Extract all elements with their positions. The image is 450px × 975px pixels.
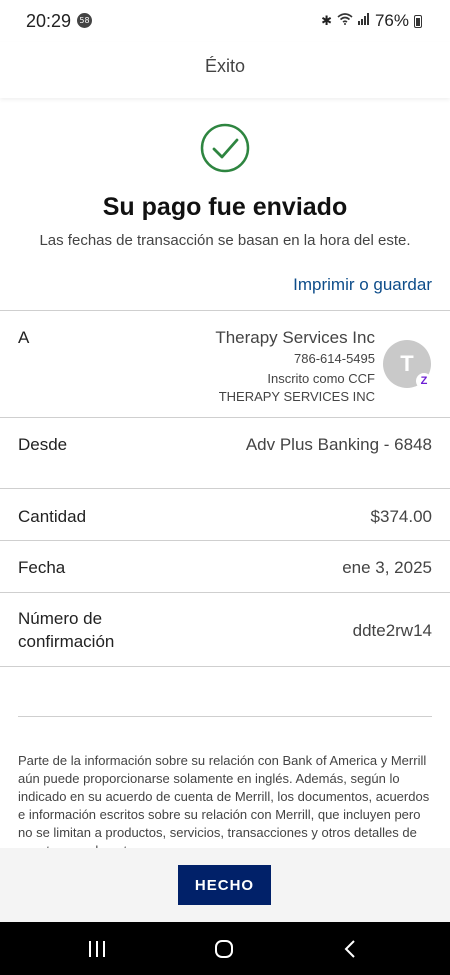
recent-apps-icon — [89, 940, 105, 957]
payee-phone: 786-614-5495 — [294, 351, 375, 366]
divider — [0, 592, 450, 593]
divider — [0, 540, 450, 541]
divider — [0, 417, 450, 418]
date-label: Fecha — [18, 558, 66, 577]
status-bar: 20:29 58 ✱ 76% — [0, 0, 450, 42]
divider — [0, 310, 450, 311]
payee-enrolled-status: Inscrito como CCF — [267, 371, 375, 386]
back-icon — [344, 939, 355, 958]
disclaimer-text: Parte de la información sobre su relació… — [18, 753, 430, 848]
app-header: Éxito — [0, 42, 450, 98]
payee-name: Therapy Services Inc — [215, 328, 375, 347]
disclaimer-divider — [18, 716, 432, 717]
divider — [0, 488, 450, 489]
amount-label: Cantidad — [18, 507, 87, 526]
success-check-icon — [200, 123, 250, 173]
date-value: ene 3, 2025 — [342, 558, 432, 577]
confirmation-label-line2: confirmación — [18, 632, 115, 651]
system-nav-bar — [0, 922, 450, 975]
confirmation-label-line1: Número de — [18, 609, 103, 628]
from-label: Desde — [18, 435, 68, 454]
page-title: Éxito — [204, 56, 246, 76]
from-account: Adv Plus Banking - 6848 — [245, 435, 432, 454]
back-button[interactable] — [320, 922, 380, 975]
amount-value: $374.00 — [370, 507, 432, 526]
bluetooth-icon: ✱ — [321, 13, 332, 29]
status-time: 20:29 — [26, 11, 72, 31]
timezone-note: Las fechas de transacción se basan en la… — [39, 232, 411, 249]
battery-icon — [414, 14, 422, 28]
home-icon — [215, 939, 233, 958]
signal-icon — [357, 13, 370, 29]
confirmation-number: ddte2rw14 — [352, 621, 432, 640]
status-icons: ✱ 76% — [321, 11, 422, 31]
print-or-save-link[interactable]: Imprimir o guardar — [293, 275, 432, 295]
home-button[interactable] — [194, 922, 254, 975]
success-headline: Su pago fue enviado — [102, 193, 348, 221]
battery-percent: 76% — [374, 11, 409, 30]
payee-legal-name: THERAPY SERVICES INC — [218, 389, 375, 404]
zelle-icon: Z — [416, 373, 432, 389]
divider — [0, 666, 450, 667]
footer: HECHO — [0, 848, 450, 922]
done-button[interactable]: HECHO — [178, 865, 271, 905]
wifi-icon — [337, 13, 353, 29]
notification-count-badge: 58 — [77, 13, 92, 28]
recent-apps-button[interactable] — [67, 922, 127, 975]
to-label: A — [18, 328, 30, 347]
